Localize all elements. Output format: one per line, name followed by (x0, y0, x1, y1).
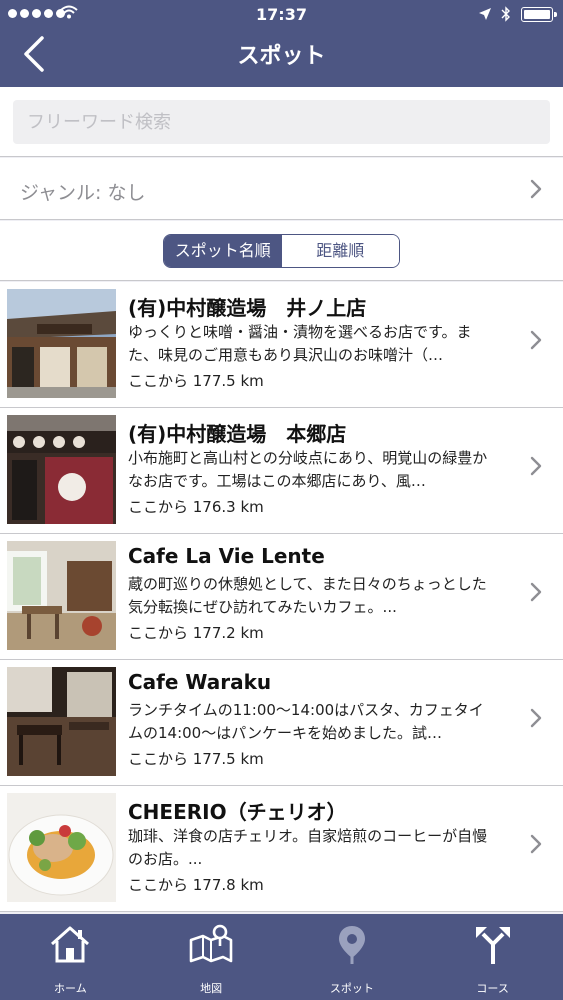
chevron-right-icon (530, 179, 542, 199)
genre-filter-row[interactable]: ジャンル: なし (0, 158, 563, 220)
tab-home[interactable]: ホーム (0, 914, 141, 1000)
spot-title: CHEERIO（チェリオ） (128, 800, 347, 824)
home-icon (51, 926, 90, 963)
location-arrow-icon (479, 8, 491, 20)
spot-distance: ここから 177.2 km (128, 624, 264, 642)
sort-by-name-option[interactable]: スポット名順 (164, 235, 282, 267)
spot-distance: ここから 177.5 km (128, 750, 264, 768)
tab-course[interactable]: コース (422, 914, 563, 1000)
spot-description: ゆっくりと味噌・醤油・漬物を選べるお店です。また、味見のご用意もあり具沢山のお味… (128, 323, 472, 364)
tab-map[interactable]: 地図 (141, 914, 282, 1000)
chevron-right-icon (530, 456, 542, 476)
spot-description: ランチタイムの11:00〜14:00はパスタ、カフェタイムの14:00〜はパンケ… (128, 701, 484, 742)
sort-segmented-control: スポット名順 距離順 (163, 234, 400, 268)
spot-thumbnail (7, 289, 116, 398)
bluetooth-icon (501, 6, 510, 22)
list-item[interactable]: Cafe Waraku ランチタイムの11:00〜14:00はパスタ、カフェタイ… (0, 660, 563, 786)
chevron-right-icon (530, 582, 542, 602)
spot-list: (有)中村醸造場 井ノ上店 ゆっくりと味噌・醤油・漬物を選べるお店です。また、味… (0, 282, 563, 912)
spot-distance: ここから 177.5 km (128, 372, 264, 390)
battery-icon (521, 6, 557, 22)
genre-label: ジャンル: なし (20, 182, 146, 204)
chevron-right-icon (530, 834, 542, 854)
status-bar: 17:37 (0, 0, 563, 30)
sort-by-distance-option[interactable]: 距離順 (281, 235, 399, 267)
list-item[interactable]: (有)中村醸造場 本郷店 小布施町と高山村との分岐点にあり、明覚山の緑豊かなお店… (0, 408, 563, 534)
spot-description: 蔵の町巡りの休憩処として、また日々のちょっとした気分転換にぜひ訪れてみたいカフェ… (128, 575, 487, 616)
page-title: スポット (237, 44, 326, 69)
search-input[interactable] (13, 100, 550, 144)
location-pin-icon (338, 926, 365, 964)
spot-thumbnail (7, 415, 116, 524)
spot-title: (有)中村醸造場 井ノ上店 (128, 296, 367, 320)
tab-bar: ホーム 地図 スポット コース (0, 914, 563, 1000)
chevron-right-icon (530, 330, 542, 350)
tab-label: スポット (329, 982, 374, 995)
spot-distance: ここから 176.3 km (128, 498, 264, 516)
list-item[interactable]: Cafe La Vie Lente 蔵の町巡りの休憩処として、また日々のちょっと… (0, 534, 563, 660)
spot-title: (有)中村醸造場 本郷店 (128, 422, 347, 446)
tab-label: コース (476, 982, 509, 995)
map-icon (189, 924, 233, 963)
chevron-right-icon (530, 708, 542, 728)
tab-label: 地図 (200, 982, 223, 995)
spot-title: Cafe Waraku (128, 670, 272, 694)
search-bar (0, 87, 563, 157)
directions-icon (475, 927, 510, 964)
sort-control-bar: スポット名順 距離順 (0, 221, 563, 281)
spot-thumbnail (7, 667, 116, 776)
spot-description: 珈琲、洋食の店チェリオ。自家焙煎のコーヒーが自慢のお店。... (128, 827, 488, 868)
list-item[interactable]: (有)中村醸造場 井ノ上店 ゆっくりと味噌・醤油・漬物を選べるお店です。また、味… (0, 282, 563, 408)
spot-title: Cafe La Vie Lente (128, 544, 325, 568)
tab-spot[interactable]: スポット (282, 914, 423, 1000)
app-screen: 17:37 スポット ジャンル: なし スポット名順 距離順 (0, 0, 563, 1000)
list-item[interactable]: CHEERIO（チェリオ） 珈琲、洋食の店チェリオ。自家焙煎のコーヒーが自慢のお… (0, 786, 563, 912)
tab-label: ホーム (54, 982, 87, 995)
spot-thumbnail (7, 541, 116, 650)
navigation-bar: 17:37 スポット (0, 0, 563, 87)
spot-description: 小布施町と高山村との分岐点にあり、明覚山の緑豊かなお店です。工場はこの本郷店にあ… (128, 449, 488, 490)
spot-distance: ここから 177.8 km (128, 876, 264, 894)
spot-thumbnail (7, 793, 116, 902)
